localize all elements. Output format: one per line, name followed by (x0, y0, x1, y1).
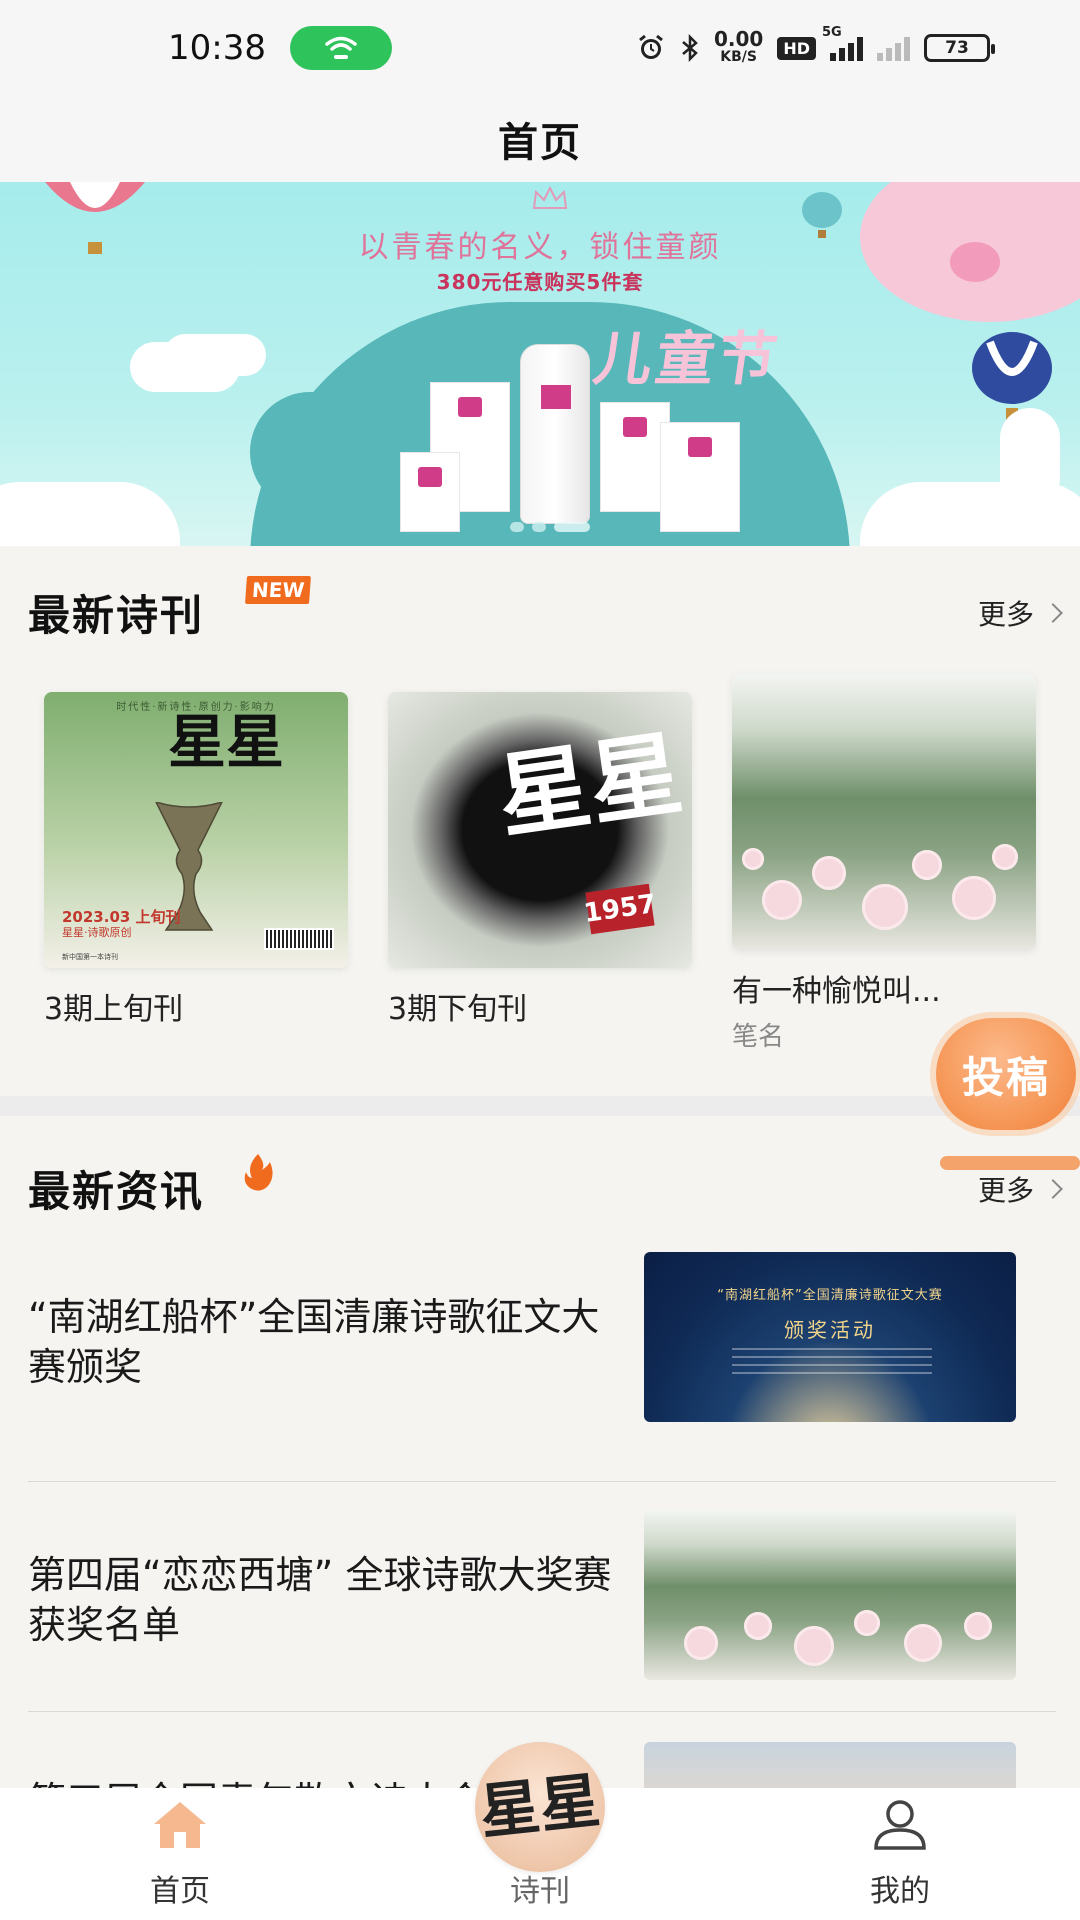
hd-badge: HD (777, 36, 816, 60)
journal-cover-photo (732, 674, 1036, 950)
page-title: 首页 (498, 120, 582, 166)
flowers-photo (732, 834, 1036, 950)
more-label: 更多 (977, 597, 1034, 631)
decor-cloud (0, 482, 180, 546)
user-icon (874, 1800, 926, 1850)
battery-level: 73 (945, 38, 969, 58)
cover-footer: 新中国第一本诗刊 (62, 953, 118, 961)
product-box (660, 422, 740, 532)
journal-name: 3期下旬刊 (388, 992, 528, 1027)
banner-headline: 以青春的名义，锁住童颜 (358, 230, 722, 265)
alarm-icon (639, 34, 663, 59)
news-item-title: 第四届“恋恋西塘” 全球诗歌大奖赛获奖名单 (28, 1553, 612, 1647)
thumb-caption: 颁奖活动 (784, 1318, 876, 1342)
carousel-dot-active[interactable] (554, 522, 590, 532)
cover-subtitle: 星星·诗歌原创 (62, 926, 132, 939)
section-divider (0, 1096, 1080, 1116)
journal-name: 有一种愉悦叫... (732, 974, 941, 1009)
journals-more-link[interactable]: 更多 (977, 593, 1063, 633)
carousel-dot[interactable] (532, 522, 546, 532)
cover-calligraphy: 星星 (491, 718, 689, 852)
news-thumbnail: “南湖红船杯”全国清廉诗歌征文大赛 颁奖活动 (644, 1252, 1016, 1422)
decor-cloud (130, 342, 240, 392)
flowers-photo (644, 1609, 1016, 1680)
net-speed-value: 0.00 (713, 27, 764, 51)
thumb-text-lines (732, 1348, 932, 1378)
xingxing-logo-icon[interactable]: 星星 (475, 1742, 605, 1872)
submit-manuscript-button[interactable]: 投稿 (936, 1018, 1076, 1130)
chevron-right-icon (1043, 602, 1063, 623)
more-label: 更多 (977, 1173, 1034, 1207)
tab-label: 首页 (150, 1874, 210, 1909)
news-title: 最新资讯 (28, 1167, 205, 1216)
news-header: 最新资讯 更多 (28, 1158, 1063, 1219)
tab-label: 我的 (870, 1874, 930, 1909)
chevron-right-icon (1043, 1178, 1063, 1199)
promo-banner[interactable]: 以青春的名义，锁住童颜 380元任意购买5件套 儿童节 (0, 182, 1080, 546)
status-time: 10:38 (168, 28, 266, 68)
journal-name: 3期上旬刊 (44, 992, 184, 1027)
journals-header: 最新诗刊 NEW 更多 (28, 576, 1063, 643)
home-icon (154, 1802, 206, 1848)
news-item[interactable]: 第四届“恋恋西塘” 全球诗歌大奖赛获奖名单 (28, 1482, 1056, 1712)
banner-subheadline: 380元任意购买5件套 (436, 270, 644, 294)
latest-news-section: 最新资讯 更多 “南湖红船杯”全国清廉诗歌征文大赛颁奖 “南湖红船杯”全国清廉诗… (0, 1116, 1080, 1788)
signal-icon: 5G (822, 25, 863, 61)
new-badge: NEW (245, 576, 312, 604)
bluetooth-icon (682, 33, 698, 63)
banner-festival-text: 儿童节 (589, 325, 786, 393)
fire-icon (244, 1154, 273, 1191)
barcode (264, 928, 334, 950)
journal-cover: 星星 1957 (388, 692, 692, 968)
journals-title: 最新诗刊 (28, 591, 205, 640)
journal-list: 时代性·新诗性·原创力·影响力 星星 2023.03 上旬刊 星星·诗歌原创 新… (44, 674, 1036, 1053)
news-item-title: “南湖红船杯”全国清廉诗歌征文大赛颁奖 (28, 1295, 600, 1389)
product-bottle (520, 344, 590, 524)
decor-cloud (250, 392, 410, 512)
wifi-status-pill (289, 26, 392, 70)
battery-icon: 73 (924, 34, 995, 62)
network-speed: 0.00 KB/S (713, 27, 764, 66)
journal-card[interactable]: 时代性·新诗性·原创力·影响力 星星 2023.03 上旬刊 星星·诗歌原创 新… (44, 692, 348, 1053)
signal-tag: 5G (822, 25, 842, 40)
center-logo-glyph: 星星 (476, 1765, 604, 1849)
page-header: 首页 (0, 96, 1080, 182)
news-thumbnail (644, 1742, 1016, 1788)
wifi-icon (325, 36, 357, 59)
tab-home[interactable]: 首页 (0, 1788, 360, 1920)
news-more-link[interactable]: 更多 (977, 1169, 1063, 1209)
rabbit-decor (1000, 408, 1060, 508)
float-button-shadow (940, 1156, 1080, 1170)
carousel-indicator (510, 522, 590, 532)
signal-off-icon (877, 35, 910, 61)
crown-icon (532, 185, 568, 209)
product-box (400, 452, 460, 532)
journal-cover: 时代性·新诗性·原创力·影响力 星星 2023.03 上旬刊 星星·诗歌原创 新… (44, 692, 348, 968)
journal-card[interactable]: 星星 1957 3期下旬刊 (388, 692, 692, 1053)
thumb-caption: “南湖红船杯”全国清廉诗歌征文大赛 (717, 1288, 943, 1303)
status-bar: 10:38 0.00 KB/S HD 5G 73 (0, 0, 1080, 96)
journal-card[interactable]: 有一种愉悦叫... 笔名 (732, 674, 1036, 1053)
cover-seal: 1957 (582, 883, 658, 935)
carousel-dot[interactable] (510, 522, 524, 532)
submit-label: 投稿 (961, 1052, 1050, 1102)
tab-mine[interactable]: 我的 (720, 1788, 1080, 1920)
news-item[interactable]: “南湖红船杯”全国清廉诗歌征文大赛颁奖 “南湖红船杯”全国清廉诗歌征文大赛 颁奖… (28, 1252, 1056, 1482)
cover-calligraphy: 星星 (168, 708, 285, 776)
latest-journals-section: 最新诗刊 NEW 更多 时代性·新诗性·原创力·影响力 星星 2023.03 上… (0, 546, 1080, 1096)
net-speed-unit: KB/S (720, 49, 757, 65)
tab-label: 诗刊 (510, 1874, 570, 1909)
news-thumbnail (644, 1510, 1016, 1680)
news-list: “南湖红船杯”全国清廉诗歌征文大赛颁奖 “南湖红船杯”全国清廉诗歌征文大赛 颁奖… (28, 1252, 1056, 1788)
